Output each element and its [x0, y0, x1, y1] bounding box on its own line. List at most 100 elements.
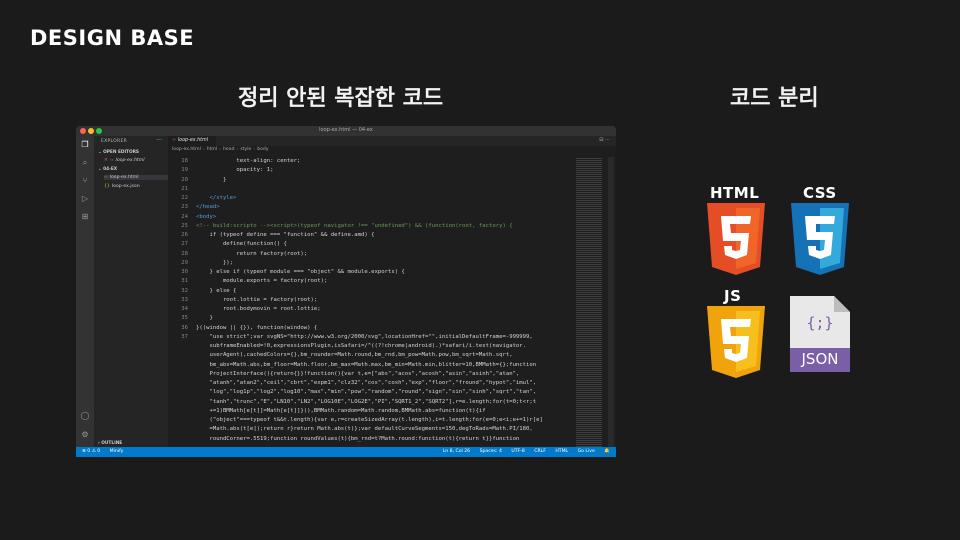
html-file-icon: ‹› [104, 175, 108, 180]
code-text: "atanh","atan2","ceil","cbrt","expm1","c… [196, 380, 537, 386]
code-line[interactable]: subframeEnabled=!0,expressionsPlugin,isS… [168, 342, 576, 351]
code-line[interactable]: 36}((window || {}), function(window) { [168, 324, 576, 333]
code-text: =Math.abs(t[e]);return r}return Math.abs… [196, 426, 533, 433]
end-of-line[interactable]: CRLF [534, 449, 546, 454]
code-text: "use strict";var svgNS="http://www.w3.or… [196, 333, 533, 340]
encoding[interactable]: UTF-8 [511, 449, 524, 454]
code-line[interactable]: "tanh","trunc","E","LN10","LN2","LOG10E"… [168, 398, 576, 407]
code-line[interactable]: 28 return factory(root); [168, 250, 576, 259]
code-line[interactable]: 18 text-align: center; [168, 157, 576, 166]
account-icon[interactable]: ◯ [80, 411, 90, 421]
file-item-json[interactable]: {} loop-ex.json [104, 184, 140, 189]
svg-text:{;}: {;} [806, 314, 833, 332]
code-text: bm_abs=Math.abs,bm_floor=Math.floor,bm_m… [196, 361, 537, 368]
tab-label: loop-ex.html [177, 138, 209, 143]
breadcrumb-item[interactable]: style [240, 147, 251, 152]
gear-icon[interactable]: ⚙ [80, 430, 90, 440]
go-live-button[interactable]: Go Live [578, 449, 595, 454]
cursor-position[interactable]: Ln 8, Col 26 [443, 449, 470, 454]
code-line[interactable]: +=1)BMMath[e[t]]=Math[e[t]]}(),BMMath.ra… [168, 407, 576, 416]
breadcrumb-item[interactable]: html [207, 147, 217, 152]
breadcrumb-item[interactable]: body [257, 147, 268, 152]
title-bar: loop-ex.html — 04-ex [76, 126, 616, 136]
code-line[interactable]: 23 </head> [168, 203, 576, 212]
css-label: CSS [803, 184, 837, 202]
code-line[interactable]: 29 }); [168, 259, 576, 268]
run-debug-icon[interactable]: ▷ [80, 194, 90, 204]
search-icon[interactable]: ⌕ [80, 158, 90, 168]
minimap[interactable] [576, 157, 602, 447]
code-line[interactable]: 24 <body> [168, 213, 576, 222]
code-line[interactable]: 35 } [168, 314, 576, 323]
code-text: root.lottie = factory(root); [196, 296, 318, 303]
extensions-icon[interactable]: ⊞ [80, 212, 90, 222]
line-number: 32 [181, 287, 188, 294]
code-line[interactable]: 21 [168, 185, 576, 194]
outline-section[interactable]: › OUTLINE [98, 441, 122, 446]
code-line[interactable]: roundCorner=.5519;function roundValues(t… [168, 435, 576, 444]
code-line[interactable]: ("object"===typeof t&&t.length){var e,r=… [168, 416, 576, 425]
code-line[interactable]: bm_abs=Math.abs,bm_floor=Math.floor,bm_m… [168, 361, 576, 370]
line-number: 23 [181, 204, 188, 211]
code-line[interactable]: ProjectInterface(){return{}}!function(){… [168, 370, 576, 379]
code-text: text-align: center; [196, 158, 301, 164]
code-line[interactable]: =Math.abs(t[e]);return r}return Math.abs… [168, 425, 576, 434]
code-text: } [196, 315, 213, 322]
problems-indicator[interactable]: ⊗ 0 ⚠ 0 [82, 449, 100, 454]
code-line[interactable]: 25 <!-- build:scripto --><script>(typeof … [168, 222, 576, 231]
code-text: roundCorner=.5519;function roundValues(t… [196, 435, 520, 442]
code-text: ProjectInterface(){return{}}!function(){… [196, 370, 520, 377]
code-line[interactable]: "log","log1p","log2","log10","max","min"… [168, 388, 576, 397]
more-actions-icon[interactable]: ··· [156, 137, 162, 144]
vertical-scrollbar[interactable] [608, 157, 614, 447]
line-number: 36 [181, 324, 188, 331]
status-bar: ⊗ 0 ⚠ 0 Minify Ln 8, Col 26 Spaces: 4 UT… [76, 447, 616, 457]
open-editor-item[interactable]: ✕ ‹› loop-ex.html [104, 158, 145, 163]
line-number: 35 [181, 315, 188, 322]
html5-shield-icon [707, 203, 765, 275]
code-text: </head> [196, 204, 220, 211]
html-file-icon: ‹› [172, 138, 176, 143]
editor-actions[interactable]: ⊟ ⋯ [599, 137, 610, 143]
code-line[interactable]: 20 } [168, 176, 576, 185]
css3-shield-icon [791, 203, 849, 275]
code-line[interactable]: 33 root.lottie = factory(root); [168, 296, 576, 305]
language-mode[interactable]: HTML [555, 449, 568, 454]
line-number: 27 [181, 241, 188, 248]
close-icon[interactable]: ✕ [104, 158, 108, 163]
open-editors-section[interactable]: ⌄ OPEN EDITORS [98, 150, 139, 155]
minify-button[interactable]: Minify [110, 449, 124, 454]
code-text: opacity: 1; [196, 167, 274, 174]
tab-loop-ex-html[interactable]: ‹› loop-ex.html [168, 136, 216, 146]
editor-area: ‹› loop-ex.html ⊟ ⋯ loop-ex.html › html › hea… [168, 136, 616, 447]
code-line[interactable]: 19 opacity: 1; [168, 166, 576, 175]
code-line[interactable]: 30 } else if (typeof module === "object"… [168, 268, 576, 277]
indentation[interactable]: Spaces: 4 [480, 449, 502, 454]
code-line[interactable]: 34 root.bodymovin = root.lottie; [168, 305, 576, 314]
code-line[interactable]: 27 define(function() { [168, 240, 576, 249]
slide-logo: DESIGN BASE [30, 26, 195, 50]
code-line[interactable]: 26 if (typeof define === "function" && d… [168, 231, 576, 240]
code-text: userAgent),cachedColors={},bm_rounder=Ma… [196, 352, 513, 359]
code-view[interactable]: 18 text-align: center; 19 opacity: 1; 20 }… [168, 157, 576, 447]
source-control-icon[interactable]: ⑂ [80, 176, 90, 186]
code-line[interactable]: 22 </style> [168, 194, 576, 203]
code-text: root.bodymovin = root.lottie; [196, 306, 321, 312]
line-number: 24 [181, 213, 188, 220]
breadcrumb-item[interactable]: loop-ex.html [172, 147, 201, 152]
tab-bar: ‹› loop-ex.html ⊟ ⋯ [168, 136, 616, 146]
open-editors-label: OPEN EDITORS [103, 150, 140, 155]
open-editor-filename: loop-ex.html [115, 158, 145, 163]
folder-section[interactable]: ⌄ 04-EX [98, 167, 117, 172]
json-file-icon: {} [104, 184, 110, 189]
code-line[interactable]: "atanh","atan2","ceil","cbrt","expm1","c… [168, 379, 576, 388]
code-line[interactable]: userAgent),cachedColors={},bm_rounder=Ma… [168, 351, 576, 360]
code-line[interactable]: 32 } else { [168, 287, 576, 296]
line-number: 20 [181, 176, 188, 183]
code-line[interactable]: 37 "use strict";var svgNS="http://www.w3… [168, 333, 576, 342]
files-icon[interactable]: ❐ [80, 140, 90, 150]
bell-icon[interactable]: 🔔 [604, 449, 610, 454]
code-line[interactable]: 31 module.exports = factory(root); [168, 277, 576, 286]
breadcrumb-item[interactable]: head [223, 147, 234, 152]
file-item-html[interactable]: ‹› loop-ex.html [104, 175, 168, 180]
